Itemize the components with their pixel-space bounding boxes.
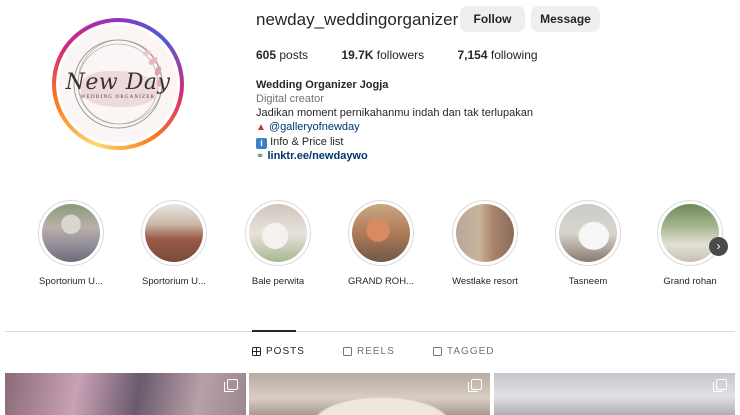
highlight-label: Bale perwita <box>251 276 305 287</box>
post-thumbnail[interactable] <box>5 373 246 415</box>
bio-name: Wedding Organizer Jogja <box>256 79 389 91</box>
link-icon: ⚭ <box>256 151 265 162</box>
bio-link-line: ⚭ linktr.ee/newdaywo <box>256 149 533 164</box>
grid-icon <box>252 347 261 356</box>
bio-info-line: i Info & Price list <box>256 135 533 149</box>
highlight-item[interactable]: Sportorium U... <box>129 200 219 287</box>
following-count[interactable]: 7,154 following <box>457 48 537 62</box>
bio-mention-line: ▲ @galleryofnewday <box>256 120 533 135</box>
profile-avatar[interactable]: New Day WEDDING ORGANIZER <box>52 18 184 150</box>
highlight-label: Tasneem <box>568 276 608 287</box>
highlight-item[interactable]: GRAND ROH... <box>336 200 426 287</box>
carousel-icon <box>224 379 238 392</box>
profile-bio: Wedding Organizer Jogja Digital creator … <box>256 78 533 164</box>
post-thumbnail[interactable] <box>249 373 490 415</box>
highlight-label: Sportorium U... <box>142 276 206 287</box>
bio-line: Jadikan moment pernikahanmu indah dan ta… <box>256 107 534 119</box>
chevron-right-icon[interactable]: › <box>709 237 728 256</box>
tagged-icon <box>433 347 442 356</box>
highlight-item[interactable]: Sportorium U... <box>26 200 116 287</box>
highlight-cover <box>456 204 514 262</box>
posts-count[interactable]: 605 posts <box>256 48 308 62</box>
highlight-label: Sportorium U... <box>39 276 103 287</box>
highlight-label: GRAND ROH... <box>348 276 414 287</box>
highlight-cover <box>42 204 100 262</box>
highlight-cover <box>352 204 410 262</box>
highlight-label: Grand rohan <box>663 276 717 287</box>
tab-posts-label: POSTS <box>266 346 305 357</box>
highlight-cover <box>661 204 719 262</box>
bio-category: Digital creator <box>256 93 324 105</box>
bio-info-text: Info & Price list <box>270 136 344 148</box>
message-button[interactable]: Message <box>531 6 600 32</box>
logo-title: New Day <box>65 70 171 95</box>
profile-stats: 605 posts 19.7K followers 7,154 followin… <box>256 48 568 62</box>
bio-mention-link[interactable]: @galleryofnewday <box>269 121 360 133</box>
tab-tagged[interactable]: TAGGED <box>433 346 494 357</box>
highlight-cover <box>559 204 617 262</box>
highlight-cover <box>145 204 203 262</box>
highlight-item[interactable]: Tasneem <box>543 200 633 287</box>
tab-reels[interactable]: REELS <box>343 346 395 357</box>
highlight-label: Westlake resort <box>452 276 518 287</box>
carousel-icon <box>468 379 482 392</box>
active-tab-indicator <box>252 330 296 332</box>
carousel-icon <box>713 379 727 392</box>
followers-count[interactable]: 19.7K followers <box>341 48 424 62</box>
tab-posts[interactable]: POSTS <box>252 346 305 357</box>
follow-button[interactable]: Follow <box>460 6 525 32</box>
post-thumbnail[interactable] <box>494 373 735 415</box>
reels-icon <box>343 347 352 356</box>
tab-reels-label: REELS <box>357 346 395 357</box>
tab-tagged-label: TAGGED <box>447 346 495 357</box>
bio-external-link[interactable]: linktr.ee/newdaywo <box>267 150 367 162</box>
logo-subtitle: WEDDING ORGANIZER <box>80 95 156 100</box>
highlight-item[interactable]: Bale perwita <box>233 200 323 287</box>
info-icon: i <box>256 138 267 149</box>
highlight-item[interactable]: Westlake resort <box>440 200 530 287</box>
highlight-cover <box>249 204 307 262</box>
avatar-logo: New Day WEDDING ORGANIZER <box>59 25 177 143</box>
profile-username: newday_weddingorganizer <box>256 10 459 29</box>
dress-icon: ▲ <box>256 122 266 133</box>
tabs-divider <box>5 331 735 332</box>
